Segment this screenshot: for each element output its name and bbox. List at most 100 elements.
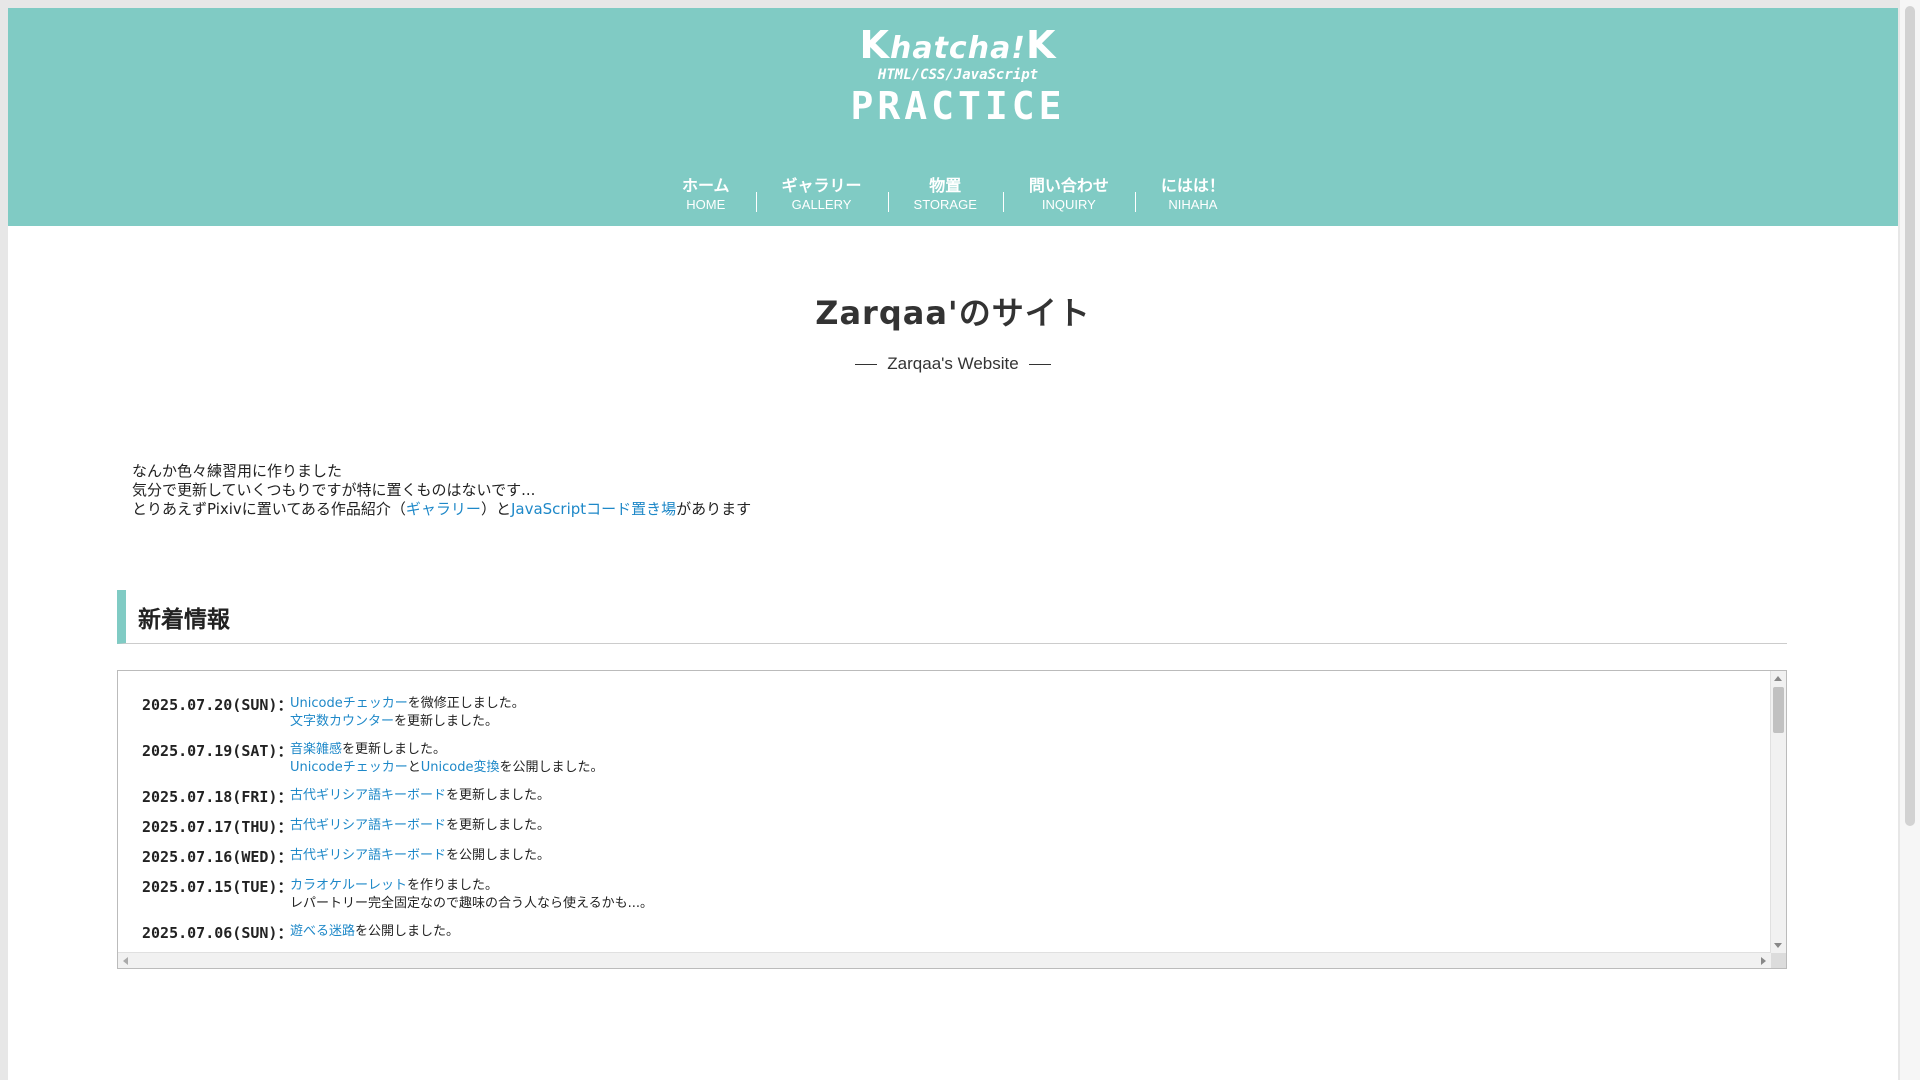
news-date: 2025.07.17(THU)： [142,818,293,836]
nav-item-storage-en: STORAGE [913,197,977,212]
chevron-down-icon[interactable] [1774,943,1782,948]
news-link[interactable]: Unicodeチェッカー [290,696,408,711]
news-box[interactable]: 2025.07.20(SUN)： Unicodeチェッカーを微修正しました。 文… [117,670,1787,969]
news-line: レパートリー完全固定なので趣味の合う人なら使えるかも...。 [290,895,653,913]
news-entry: 2025.07.15(TUE)： カラオケルーレットを作りました。 レパートリー… [142,877,1722,913]
scroll-corner [1771,953,1786,968]
news-entry: 2025.07.06(SUN)： 遊べる迷路を公開しました。 [142,923,1722,943]
page-subtitle-text: Zarqaa's Website [887,354,1019,373]
news-link[interactable]: 音楽雑感 [290,742,342,757]
news-link[interactable]: Unicode変換 [421,760,500,775]
site-header: Khatcha!K HTML/CSS/JavaScript PRACTICE ホ… [8,8,1898,226]
intro-line-3-prefix: とりあえずPixivに置いてある作品紹介（ [132,500,406,518]
nav-item-inquiry-en: INQUIRY [1041,197,1096,212]
news-list: 2025.07.20(SUN)： Unicodeチェッカーを微修正しました。 文… [142,695,1722,953]
javascript-code-link[interactable]: JavaScriptコード置き場 [511,500,676,518]
intro-line-3-mid: ）と [480,500,511,518]
subtitle-dash-right [1028,364,1051,366]
news-body: 古代ギリシア語キーボードを更新しました。 [290,787,550,807]
page-title: Zarqaa'のサイト [815,294,1091,332]
nav-item-home-en: HOME [686,197,726,212]
news-line: 古代ギリシア語キーボードを更新しました。 [290,817,550,835]
news-body: 遊べる迷路を公開しました。 [290,923,459,943]
page-scroll-thumb[interactable] [1905,6,1915,826]
news-date: 2025.07.20(SUN)： [142,696,293,714]
logo-brand-end: K [1026,23,1057,67]
news-vertical-scrollbar[interactable] [1770,671,1786,953]
nav-item-nihaha-jp: にはは！ [1160,176,1225,195]
news-entry: 2025.07.16(WED)： 古代ギリシア語キーボードを公開しました。 [142,847,1722,867]
nav-item-home-jp: ホーム [682,176,730,195]
news-heading: 新着情報 [117,590,1787,644]
intro-line-2: 気分で更新していくつもりですが特に置くものはないです... [132,481,536,499]
logo-subtitle: HTML/CSS/JavaScript [877,67,1039,83]
site-logo[interactable]: Khatcha!K HTML/CSS/JavaScript PRACTICE [838,26,1078,138]
nav-item-gallery-en: GALLERY [791,197,852,212]
news-line: 文字数カウンターを更新しました。 [290,713,525,731]
news-line: 遊べる迷路を公開しました。 [290,923,459,941]
news-text: と [407,760,421,775]
browser-viewport: Khatcha!K HTML/CSS/JavaScript PRACTICE ホ… [8,8,1898,1080]
news-text: レパートリー完全固定なので趣味の合う人なら使えるかも...。 [290,896,654,911]
chevron-right-icon[interactable] [1761,957,1766,965]
news-link[interactable]: 古代ギリシア語キーボード [290,848,446,863]
logo-brand: Khatcha!K [838,26,1078,66]
intro-text: なんか色々練習用に作りました 気分で更新していくつもりですが特に置くものはないで… [132,462,751,519]
news-date: 2025.07.19(SAT)： [142,742,293,760]
news-text: を公開しました。 [499,760,604,775]
nav-item-nihaha[interactable]: にはは！ NIHAHA [1134,176,1251,214]
news-link[interactable]: 文字数カウンター [290,714,394,729]
news-body: 古代ギリシア語キーボードを更新しました。 [290,817,550,837]
news-date: 2025.07.06(SUN)： [142,924,293,942]
news-horizontal-scrollbar[interactable] [118,952,1771,968]
news-text: を公開しました。 [446,848,551,863]
gallery-link[interactable]: ギャラリー [406,500,481,518]
news-date: 2025.07.18(FRI)： [142,788,293,806]
news-entry: 2025.07.19(SAT)： 音楽雑感を更新しました。 Unicodeチェッ… [142,741,1722,777]
news-text: を更新しました。 [342,742,447,757]
main-nav: ホーム HOME ギャラリー GALLERY 物置 STORAGE 問い合わせ … [656,172,1251,218]
news-line: 古代ギリシア語キーボードを公開しました。 [290,847,550,865]
news-date: 2025.07.16(WED)： [142,848,293,866]
logo-brand-k: K [859,23,890,67]
news-line: 音楽雑感を更新しました。 [290,741,603,759]
news-text: を公開しました。 [355,924,460,939]
news-body: 音楽雑感を更新しました。 UnicodeチェッカーとUnicode変換を公開しま… [290,741,603,777]
news-link[interactable]: 古代ギリシア語キーボード [290,818,446,833]
logo-practice: PRACTICE [850,84,1066,128]
news-link[interactable]: Unicodeチェッカー [290,760,408,775]
news-link[interactable]: 遊べる迷路 [290,924,355,939]
chevron-up-icon[interactable] [1774,676,1782,681]
intro-line-1: なんか色々練習用に作りました [132,462,343,480]
news-line: UnicodeチェッカーとUnicode変換を公開しました。 [290,759,603,777]
nav-item-home[interactable]: ホーム HOME [656,176,756,214]
news-line: Unicodeチェッカーを微修正しました。 [290,695,525,713]
logo-brand-mid: hatcha! [889,31,1026,66]
news-body: 古代ギリシア語キーボードを公開しました。 [290,847,550,867]
subtitle-dash-left [855,364,878,366]
news-entry: 2025.07.17(THU)： 古代ギリシア語キーボードを更新しました。 [142,817,1722,837]
news-text: を微修正しました。 [407,696,525,711]
page-subtitle: Zarqaa's Website [8,354,1898,374]
nav-item-storage[interactable]: 物置 STORAGE [887,176,1003,214]
news-date: 2025.07.15(TUE)： [142,878,293,896]
chevron-left-icon[interactable] [123,957,128,965]
intro-line-3: とりあえずPixivに置いてある作品紹介（ギャラリー）とJavaScriptコー… [132,500,751,519]
news-link[interactable]: カラオケルーレット [290,878,407,893]
nav-item-gallery[interactable]: ギャラリー GALLERY [755,176,888,214]
news-text: を更新しました。 [394,714,499,729]
news-entry: 2025.07.18(FRI)： 古代ギリシア語キーボードを更新しました。 [142,787,1722,807]
news-text: を作りました。 [407,878,499,893]
news-body: Unicodeチェッカーを微修正しました。 文字数カウンターを更新しました。 [290,695,525,731]
news-body: カラオケルーレットを作りました。 レパートリー完全固定なので趣味の合う人なら使え… [290,877,653,913]
nav-item-storage-jp: 物置 [929,176,962,195]
nav-item-nihaha-en: NIHAHA [1168,197,1218,212]
news-scroll-thumb[interactable] [1773,687,1784,733]
news-link[interactable]: 古代ギリシア語キーボード [290,788,446,803]
page-scrollbar[interactable] [1900,0,1920,1080]
nav-item-inquiry[interactable]: 問い合わせ INQUIRY [1002,176,1135,214]
news-line: 古代ギリシア語キーボードを更新しました。 [290,787,550,805]
news-text: を更新しました。 [446,788,551,803]
news-entry: 2025.07.20(SUN)： Unicodeチェッカーを微修正しました。 文… [142,695,1722,731]
news-line: カラオケルーレットを作りました。 [290,877,653,895]
